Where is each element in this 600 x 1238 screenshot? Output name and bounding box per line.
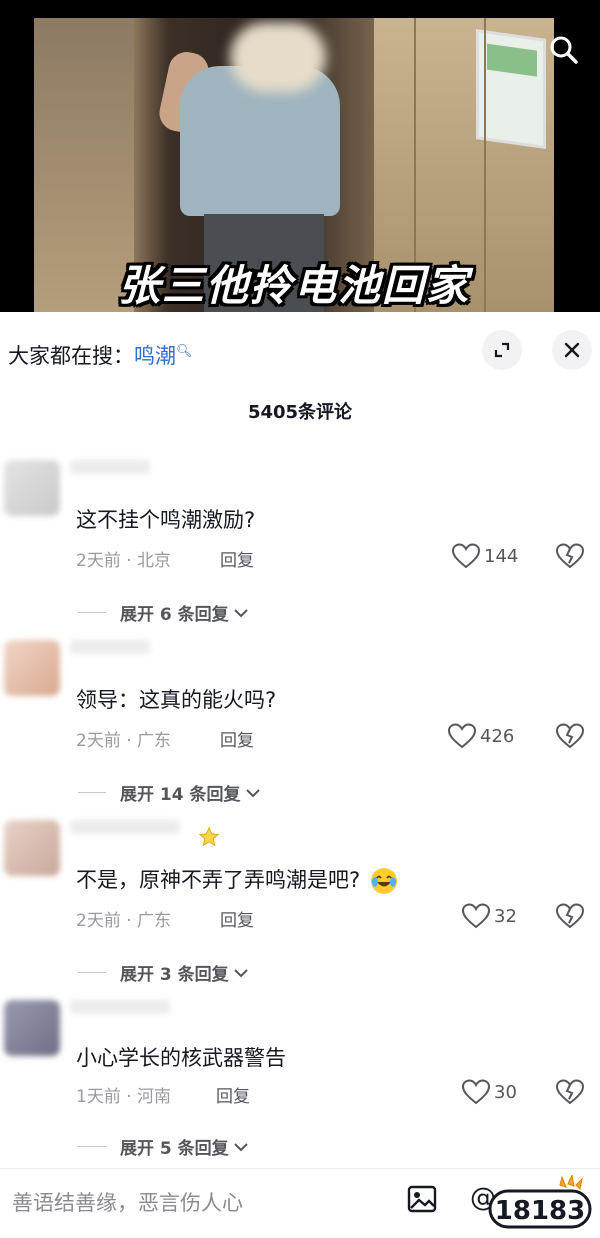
- image-icon: [407, 1185, 437, 1213]
- dislike-button[interactable]: [554, 720, 586, 752]
- broken-heart-icon: [556, 903, 584, 929]
- search-suggestion: 大家都在搜：鸣潮🔍︎: [8, 340, 193, 370]
- like-count: 426: [480, 725, 515, 747]
- video-caption: 张三他拎电池回家: [117, 261, 470, 310]
- heart-icon: [448, 723, 476, 749]
- like-button[interactable]: 30: [462, 1076, 517, 1108]
- comment-text: 不是，原神不弄了弄鸣潮是吧?: [76, 864, 398, 895]
- video-frame: 张三他拎电池回家: [34, 18, 554, 312]
- suggestion-prefix: 大家都在搜：: [8, 344, 134, 368]
- comment-text: 领导：这真的能火吗?: [76, 688, 277, 712]
- like-count: 30: [494, 1081, 517, 1103]
- comment-text-content: 不是，原神不弄了弄鸣潮是吧?: [76, 868, 361, 892]
- expand-divider: [78, 612, 106, 613]
- reply-button[interactable]: 回复: [216, 1082, 250, 1107]
- mini-search-icon: 🔍︎: [176, 344, 193, 359]
- chevron-down-icon: [233, 968, 248, 977]
- elevator-notice-board: [476, 29, 546, 149]
- username-blurred[interactable]: [70, 1000, 170, 1014]
- expand-replies-label: 展开 14 条回复: [120, 785, 241, 805]
- broken-heart-icon: [556, 543, 584, 569]
- broken-heart-icon: [556, 1079, 584, 1105]
- close-button[interactable]: [552, 330, 592, 370]
- search-icon[interactable]: [544, 30, 584, 70]
- avatar[interactable]: [4, 1000, 60, 1056]
- comment-count: 5405条评论: [247, 402, 353, 423]
- reply-button[interactable]: 回复: [220, 546, 254, 571]
- comment-meta: 1天前 · 河南: [76, 1087, 172, 1107]
- username-blurred[interactable]: [70, 460, 150, 474]
- dislike-button[interactable]: [554, 1076, 586, 1108]
- comment-input-bar: 善语结善缘，恶言伤人心 @ 18183: [0, 1168, 600, 1238]
- person-head-blurred: [230, 22, 326, 92]
- watermark-text: 18183: [495, 1196, 585, 1226]
- expand-replies-button[interactable]: 展开 14 条回复: [78, 780, 261, 805]
- suggestion-term-link[interactable]: 鸣潮🔍︎: [134, 344, 193, 368]
- like-button[interactable]: 32: [462, 900, 517, 932]
- dislike-button[interactable]: [554, 540, 586, 572]
- avatar[interactable]: [4, 460, 60, 516]
- comment-text: 小心学长的核武器警告: [76, 1046, 286, 1070]
- laugh-cry-emoji-icon: [371, 868, 398, 894]
- comment-meta: 2天前 · 广东: [76, 731, 172, 751]
- expand-replies-button[interactable]: 展开 6 条回复: [78, 600, 249, 625]
- expand-divider: [78, 972, 106, 973]
- avatar[interactable]: [4, 640, 60, 696]
- expand-divider: [78, 1146, 106, 1147]
- reply-button[interactable]: 回复: [220, 906, 254, 931]
- username-blurred[interactable]: [70, 820, 180, 834]
- comment-text: 这不挂个鸣潮激励?: [76, 508, 256, 532]
- heart-icon: [462, 1079, 490, 1105]
- watermark-logo-18183: 18183: [488, 1175, 592, 1229]
- expand-replies-button[interactable]: 展开 5 条回复: [78, 1134, 249, 1159]
- username-blurred[interactable]: [70, 640, 150, 654]
- close-icon: [564, 342, 580, 358]
- star-badge-icon: [198, 826, 220, 847]
- expand-divider: [78, 792, 106, 793]
- like-count: 144: [484, 545, 519, 567]
- reply-button[interactable]: 回复: [220, 726, 254, 751]
- expand-replies-button[interactable]: 展开 3 条回复: [78, 960, 249, 985]
- expand-replies-label: 展开 5 条回复: [120, 1139, 229, 1159]
- expand-replies-label: 展开 6 条回复: [120, 605, 229, 625]
- like-button[interactable]: 426: [448, 720, 514, 752]
- chevron-down-icon: [245, 788, 260, 797]
- broken-heart-icon: [556, 723, 584, 749]
- comment-meta: 2天前 · 广东: [76, 911, 172, 931]
- like-count: 32: [494, 905, 517, 927]
- like-button[interactable]: 144: [452, 540, 518, 572]
- chevron-down-icon: [233, 608, 248, 617]
- chevron-down-icon: [233, 1142, 248, 1151]
- dislike-button[interactable]: [554, 900, 586, 932]
- expand-button[interactable]: [482, 330, 522, 370]
- suggestion-term[interactable]: 鸣潮: [134, 344, 176, 368]
- heart-icon: [462, 903, 490, 929]
- video-player[interactable]: 张三他拎电池回家: [0, 0, 600, 312]
- comment-meta: 2天前 · 北京: [76, 551, 172, 571]
- expand-icon: [494, 342, 510, 358]
- expand-replies-label: 展开 3 条回复: [120, 965, 229, 985]
- avatar[interactable]: [4, 820, 60, 876]
- search-suggestion-bar: 大家都在搜：鸣潮🔍︎: [0, 318, 600, 388]
- heart-icon: [452, 543, 480, 569]
- image-button[interactable]: [406, 1183, 438, 1215]
- comment-input[interactable]: 善语结善缘，恶言伤人心: [12, 1181, 372, 1225]
